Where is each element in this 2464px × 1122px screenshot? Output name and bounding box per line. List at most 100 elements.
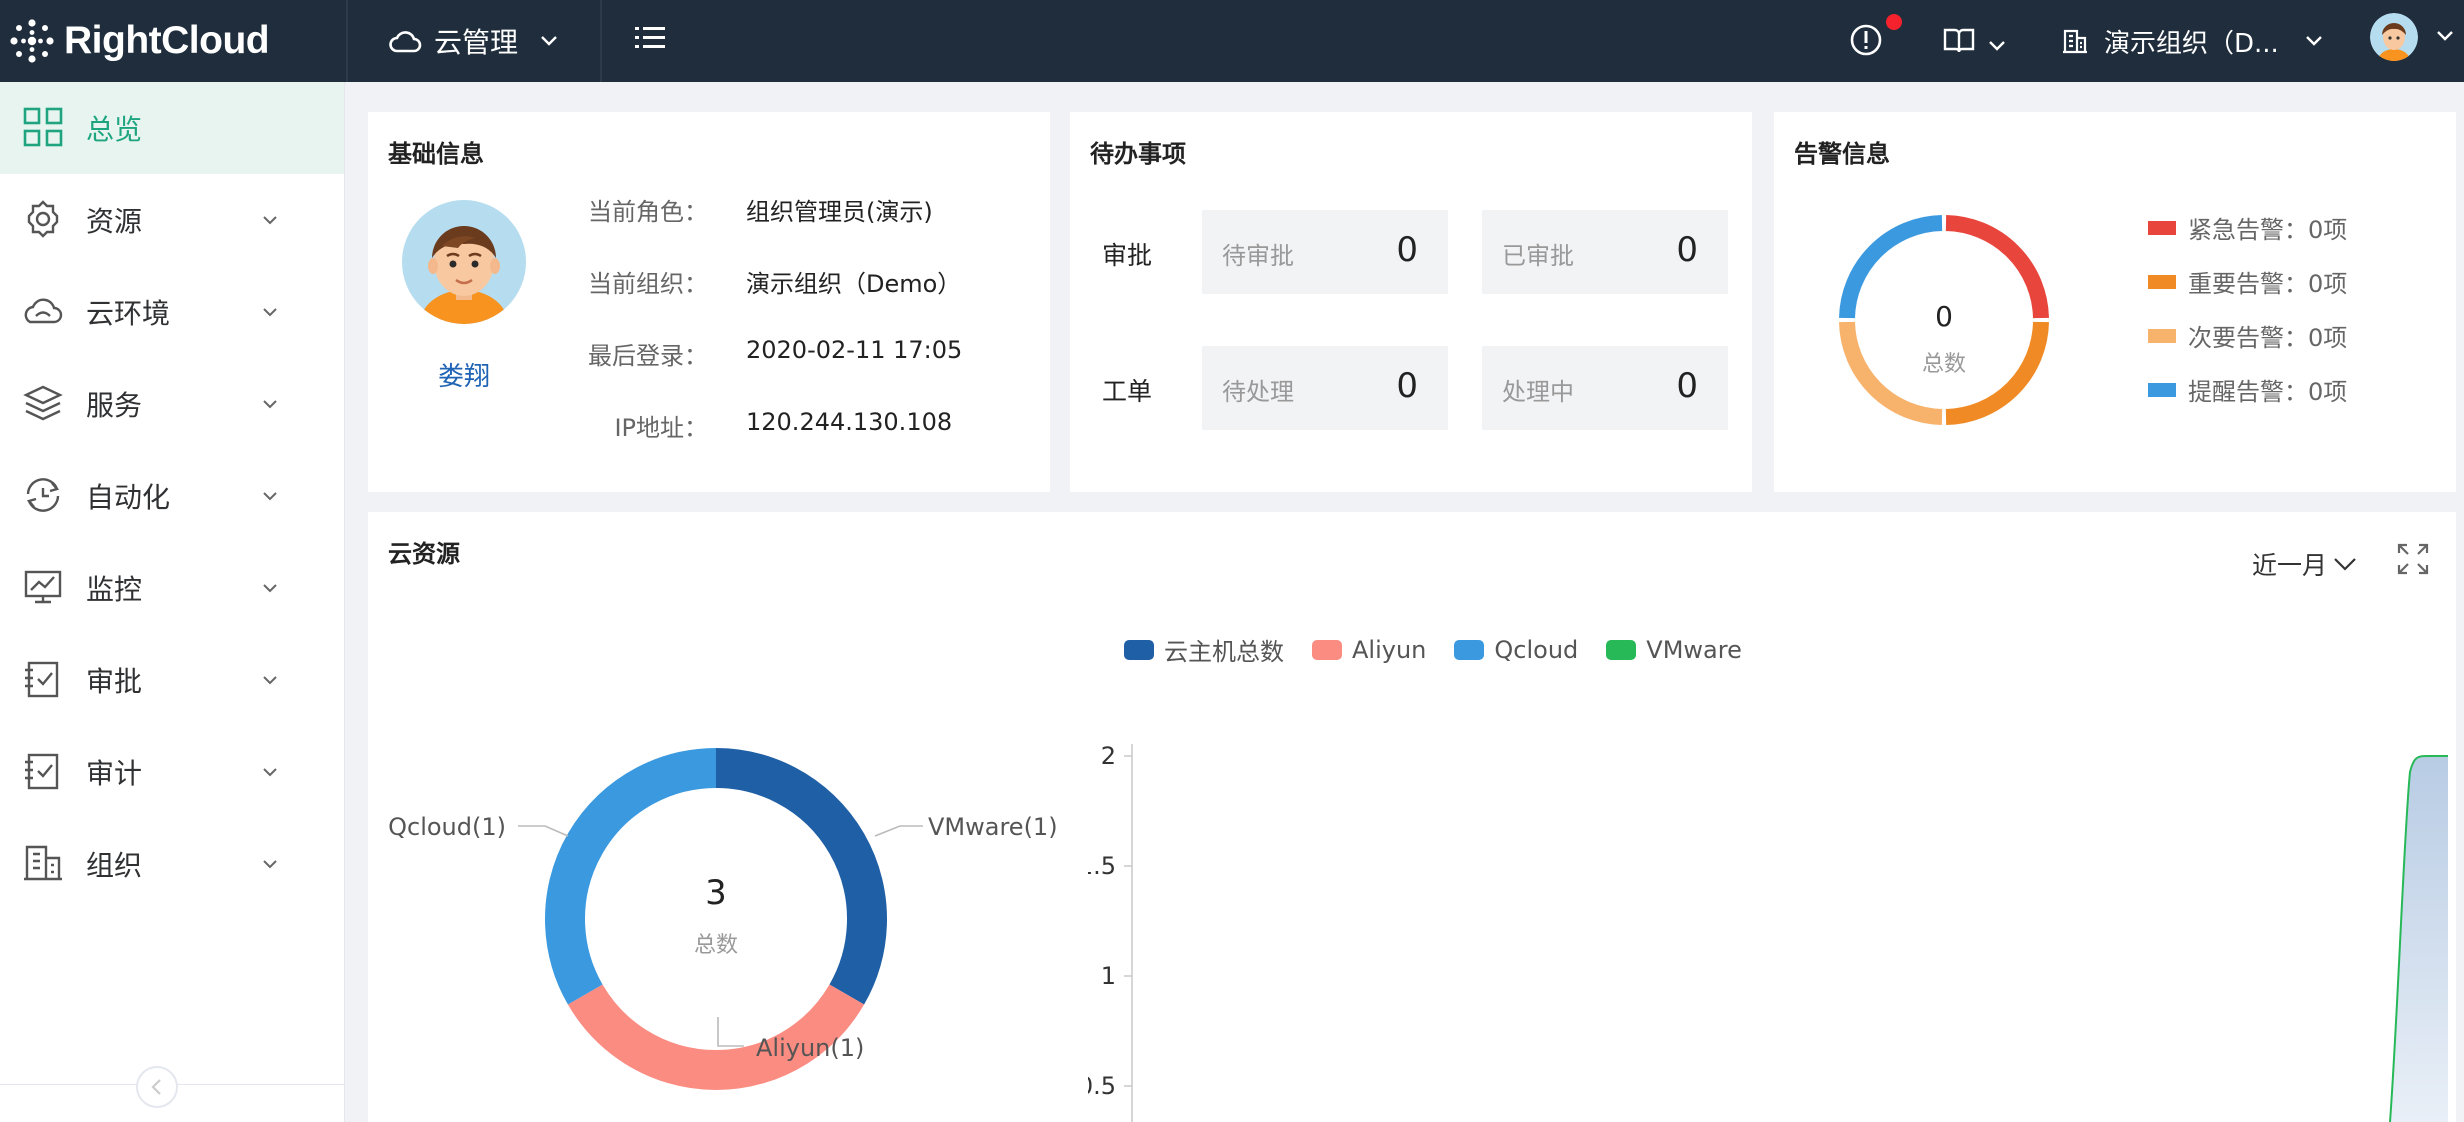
qcloud-leader-line [518, 825, 569, 837]
legend-label: 次要告警：0项 [2188, 324, 2348, 352]
organization-switcher[interactable]: 演示组织（D... [2062, 0, 2323, 82]
legend-label: Aliyun [1352, 635, 1427, 664]
vmware-leader-line [874, 825, 923, 837]
approved-box[interactable]: 已审批 0 [1482, 210, 1728, 294]
y-tick-label: 1 [1101, 962, 1116, 990]
qcloud-donut-slice[interactable] [545, 748, 717, 1005]
vmware-donut-label: VMware(1) [928, 813, 1058, 841]
period-label: 近一月 [2252, 551, 2328, 580]
top-navbar: RightCloud 云管理 演示组织（D... [0, 0, 2464, 82]
ip-key: IP地址： [614, 414, 708, 442]
sidebar-item-audit[interactable]: 审计 [0, 726, 344, 818]
menu-list-button[interactable] [628, 16, 672, 60]
chevron-down-icon [263, 216, 277, 225]
pending-ticket-box[interactable]: 待处理 0 [1202, 346, 1448, 430]
topbar-divider [600, 0, 602, 82]
sidebar-item-label: 审计 [86, 757, 143, 790]
building-icon [2063, 29, 2087, 54]
organization-label: 演示组织（D... [2104, 28, 2279, 59]
legend-label: 紧急告警：0项 [2188, 216, 2348, 244]
cloud-icon [389, 31, 422, 53]
legend-swatch [1312, 639, 1342, 660]
alerts-button[interactable] [1848, 22, 1888, 62]
legend-swatch [2148, 220, 2176, 235]
chevron-down-icon [263, 492, 277, 501]
legend-item-total-hosts[interactable]: 云主机总数 [1124, 632, 1284, 667]
sidebar-item-automation[interactable]: 自动化 [0, 450, 344, 542]
period-dropdown[interactable]: 近一月 [2252, 546, 2357, 582]
legend-label: Qcloud [1494, 635, 1579, 664]
sidebar-item-label: 组织 [86, 849, 143, 882]
resources-total: 3 [705, 873, 727, 913]
legend-label: 提醒告警：0项 [2188, 378, 2348, 406]
chevron-down-icon [263, 584, 277, 593]
sidebar: 总览 资源 云环境 服务 自动化 监控 审批 审计 组织 [0, 82, 345, 1122]
vmware-donut-slice[interactable] [715, 748, 887, 1005]
sidebar-item-cloud-env[interactable]: 云环境 [0, 266, 344, 358]
sidebar-item-label: 服务 [86, 389, 143, 422]
legend-swatch [1124, 639, 1154, 660]
user-avatar[interactable] [2370, 13, 2418, 61]
legend-swatch [2148, 274, 2176, 289]
sidebar-collapse-button[interactable] [136, 1066, 178, 1108]
pending-approval-count: 0 [1396, 230, 1418, 270]
reminder-alert-legend: 提醒告警：0项 [2148, 372, 2347, 407]
pending-ticket-label: 待处理 [1222, 378, 1294, 406]
area-chart-legend: 云主机总数 Aliyun Qcloud VMware [1124, 632, 1770, 667]
chevron-down-icon [263, 860, 277, 869]
approval-row-label: 审批 [1102, 241, 1153, 270]
y-tick-label: 2 [1101, 742, 1116, 770]
alert-icon [1850, 24, 1882, 56]
pending-approval-box[interactable]: 待审批 0 [1202, 210, 1448, 294]
alerts-total-label: 总数 [1921, 352, 1966, 377]
topbar-divider [346, 0, 348, 82]
aliyun-donut-label: Aliyun(1) [756, 1034, 864, 1062]
chevron-down-icon [263, 768, 277, 777]
sidebar-item-services[interactable]: 服务 [0, 358, 344, 450]
chevron-down-icon [263, 400, 277, 409]
minor-alert-legend: 次要告警：0项 [2148, 318, 2347, 353]
legend-item-aliyun[interactable]: Aliyun [1312, 636, 1426, 664]
chevron-down-icon [263, 676, 277, 685]
brand-logo[interactable]: RightCloud [10, 12, 270, 70]
y-tick-label: 1.5 [1088, 852, 1116, 880]
alerts-card: 告警信息 0 总数 紧急告警：0项 重要告警：0项 次要告警：0项 提醒告警：0… [1774, 112, 2456, 492]
brand-name: RightCloud [64, 19, 270, 62]
processing-ticket-count: 0 [1676, 366, 1698, 406]
user-avatar-icon [2370, 13, 2418, 61]
sidebar-item-overview[interactable]: 总览 [0, 82, 344, 174]
docs-menu-button[interactable] [1942, 20, 2006, 62]
org-key: 当前组织： [588, 270, 708, 298]
notification-badge-dot [1886, 14, 1902, 30]
chevron-down-icon [263, 308, 277, 317]
cloud-resources-title: 云资源 [388, 540, 460, 568]
fullscreen-icon[interactable] [2396, 542, 2430, 576]
chevron-down-icon [2305, 36, 2322, 46]
legend-label: VMware [1646, 635, 1742, 664]
legend-swatch [2148, 382, 2176, 397]
legend-label: 重要告警：0项 [2188, 270, 2348, 298]
chevron-down-icon[interactable] [2436, 30, 2454, 42]
cloud-resources-donut: VMware(1) Qcloud(1) Aliyun(1) 3 总数 [388, 748, 1058, 1090]
layers-icon [23, 385, 63, 421]
chevron-down-icon [541, 36, 557, 46]
processing-ticket-box[interactable]: 处理中 0 [1482, 346, 1728, 430]
legend-label: 云主机总数 [1164, 638, 1284, 666]
approved-label: 已审批 [1502, 242, 1574, 270]
last-login-value: 2020-02-11 17:05 [746, 336, 963, 364]
org-value: 演示组织（Demo） [746, 270, 962, 298]
major-alert-legend: 重要告警：0项 [2148, 264, 2347, 299]
sidebar-item-resources[interactable]: 资源 [0, 174, 344, 266]
cloud-management-menu[interactable]: 云管理 [388, 0, 558, 82]
sidebar-item-label: 资源 [86, 205, 143, 238]
legend-swatch [1606, 639, 1637, 660]
legend-item-qcloud[interactable]: Qcloud [1454, 636, 1578, 664]
chevron-down-icon [2334, 558, 2356, 571]
sidebar-item-organization[interactable]: 组织 [0, 818, 344, 910]
ip-value: 120.244.130.108 [746, 408, 953, 436]
legend-item-vmware[interactable]: VMware [1606, 636, 1742, 664]
alerts-title: 告警信息 [1794, 140, 1890, 168]
sidebar-item-monitoring[interactable]: 监控 [0, 542, 344, 634]
legend-swatch [1454, 639, 1485, 660]
sidebar-item-approval[interactable]: 审批 [0, 634, 344, 726]
